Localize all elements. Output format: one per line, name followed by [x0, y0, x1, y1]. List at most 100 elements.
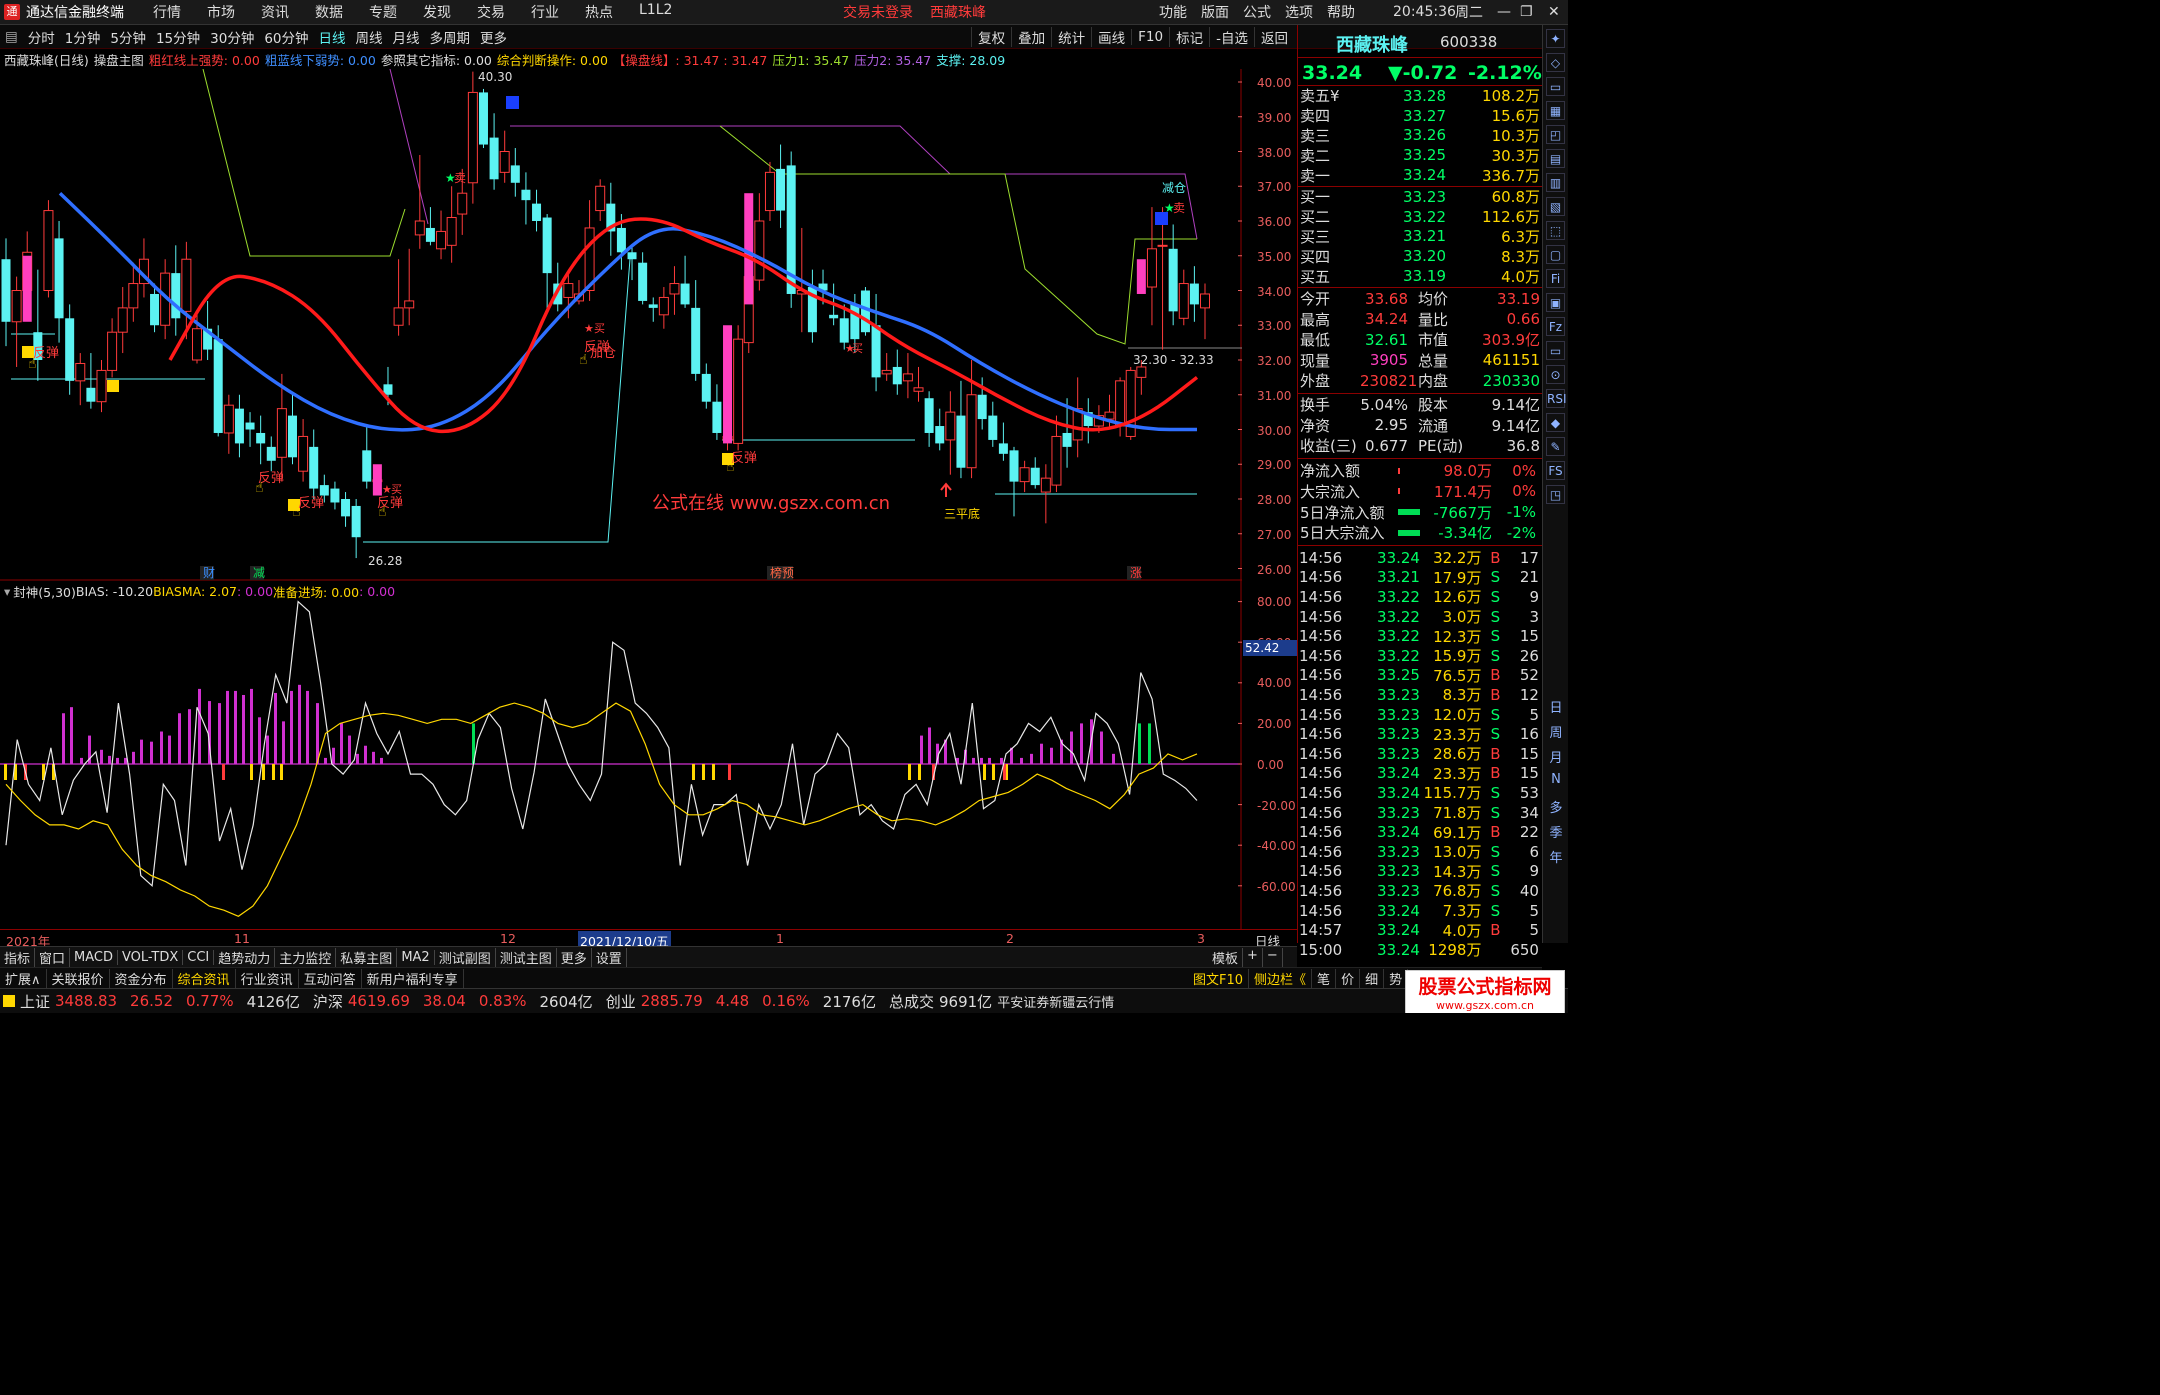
tab-control-button[interactable]: + — [1243, 947, 1263, 967]
side-tool-icon[interactable]: ▣ — [1546, 293, 1565, 312]
bid-row[interactable]: 买四 33.20 8.3万 — [1300, 246, 1566, 266]
period-tab[interactable]: 5分钟 — [105, 27, 151, 47]
menu-item[interactable]: 资讯 — [248, 2, 302, 22]
indicator-tab[interactable]: 主力监控 — [275, 947, 337, 967]
ask-row[interactable]: 卖一 33.24 336.7万 — [1300, 165, 1566, 185]
bid-row[interactable]: 买五 33.19 4.0万 — [1300, 266, 1566, 286]
info-tab[interactable]: 综合资讯 — [173, 968, 236, 988]
side-tool-icon[interactable]: ◰ — [1546, 125, 1565, 144]
chart-stock-label[interactable]: 西藏珠峰(日线) — [4, 50, 89, 69]
sub-name[interactable]: 封神(5,30) — [13, 582, 76, 601]
side-tool-icon[interactable]: RSI — [1546, 389, 1567, 408]
login-status[interactable]: 交易未登录 — [843, 2, 913, 22]
side-tool-icon[interactable]: Fi — [1546, 269, 1565, 288]
info-tab-control[interactable]: 细 — [1360, 968, 1385, 988]
period-tab[interactable]: 日线 — [314, 27, 351, 47]
menu-item[interactable]: 行业 — [518, 2, 572, 22]
side-tool-icon[interactable]: ▭ — [1546, 341, 1565, 360]
side-tool-icon[interactable]: ◆ — [1546, 413, 1565, 432]
side-period-7[interactable]: 年 — [1543, 847, 1568, 866]
indicator-tab[interactable]: 窗口 — [35, 947, 71, 967]
chart-tool-button[interactable]: 复权 — [971, 27, 1011, 47]
menu-item[interactable]: 帮助 — [1320, 2, 1362, 22]
chart-tool-button[interactable]: F10 — [1131, 29, 1169, 45]
kline-chart[interactable]: 40.3026.2832.30 - 32.33反弹反弹反弹 反弹反弹反弹加仓减仓三… — [0, 69, 1242, 929]
indicator-tab[interactable]: 测试副图 — [435, 947, 496, 967]
side-tool-icon[interactable]: ▭ — [1546, 77, 1565, 96]
indicator-tab[interactable]: MACD — [70, 949, 118, 965]
formula-name[interactable]: 操盘主图 — [94, 50, 144, 69]
indicator-tab[interactable]: 设置 — [592, 947, 627, 967]
side-tool-icon[interactable]: ✦ — [1546, 29, 1565, 48]
period-tab[interactable]: 1分钟 — [60, 27, 106, 47]
menu-item[interactable]: 功能 — [1152, 2, 1194, 22]
tab-control-button[interactable]: 模板 — [1208, 947, 1244, 967]
side-tool-icon[interactable]: ⬚ — [1546, 221, 1565, 240]
period-tab[interactable]: 周线 — [351, 27, 388, 47]
info-tab[interactable]: 关联报价 — [47, 968, 110, 988]
menu-item[interactable]: 选项 — [1278, 2, 1320, 22]
period-tab[interactable]: 30分钟 — [205, 27, 259, 47]
side-tool-icon[interactable]: Fz — [1546, 317, 1565, 336]
menu-item[interactable]: 热点 — [572, 2, 626, 22]
chart-tool-button[interactable]: 标记 — [1169, 27, 1209, 47]
cy-label[interactable]: 创业 — [606, 991, 636, 1012]
period-tab[interactable]: 60分钟 — [259, 27, 313, 47]
info-tab-control[interactable]: 图文F10 — [1188, 968, 1250, 988]
side-period-1[interactable]: 日 — [1543, 697, 1568, 716]
chart-tool-button[interactable]: 返回 — [1254, 27, 1294, 47]
side-tool-icon[interactable]: ▤ — [1546, 149, 1565, 168]
indicator-tab[interactable]: 测试主图 — [496, 947, 557, 967]
menu-item[interactable]: 数据 — [302, 2, 356, 22]
side-period-4[interactable]: N — [1543, 772, 1568, 787]
indicator-tab[interactable]: VOL-TDX — [118, 949, 184, 965]
period-tab[interactable]: 多周期 — [425, 27, 476, 47]
info-tab-control[interactable]: 侧边栏《 — [1249, 968, 1313, 988]
menu-item[interactable]: 公式 — [1236, 2, 1278, 22]
chart-tool-button[interactable]: -自选 — [1209, 27, 1254, 47]
indicator-tab[interactable]: 更多 — [557, 947, 592, 967]
ask-row[interactable]: 卖三 33.26 10.3万 — [1300, 126, 1566, 146]
chart-tool-button[interactable]: 统计 — [1051, 27, 1091, 47]
side-period-3[interactable]: 月 — [1543, 747, 1568, 766]
menu-item[interactable]: 专题 — [356, 2, 410, 22]
side-tool-icon[interactable]: ▥ — [1546, 173, 1565, 192]
side-tool-icon[interactable]: ✎ — [1546, 437, 1565, 456]
menu-item[interactable]: 市场 — [194, 2, 248, 22]
info-tab[interactable]: 扩展∧ — [0, 968, 47, 988]
side-tool-icon[interactable]: ▦ — [1546, 101, 1565, 120]
menu-item[interactable]: 行情 — [140, 2, 194, 22]
info-tab[interactable]: 资金分布 — [110, 968, 173, 988]
chart-tool-button[interactable]: 画线 — [1091, 27, 1131, 47]
close-icon[interactable]: ✕ — [1548, 4, 1560, 20]
bid-row[interactable]: 买二 33.22 112.6万 — [1300, 207, 1566, 227]
info-tab[interactable]: 行业资讯 — [236, 968, 299, 988]
indicator-tab[interactable]: MA2 — [397, 949, 435, 965]
side-tool-icon[interactable]: ◳ — [1546, 485, 1565, 504]
indicator-tab[interactable]: 指标 — [0, 947, 36, 967]
info-tab[interactable]: 新用户福利专享 — [362, 968, 464, 988]
minimize-icon[interactable]: — — [1497, 4, 1511, 20]
layout-icon[interactable]: ▤ — [0, 29, 23, 45]
sz-label[interactable]: 沪深 — [313, 991, 343, 1012]
bid-row[interactable]: 买三 33.21 6.3万 — [1300, 227, 1566, 247]
menu-item[interactable]: 版面 — [1194, 2, 1236, 22]
ask-row[interactable]: 卖五¥ 33.28 108.2万 — [1300, 86, 1566, 106]
side-period-6[interactable]: 季 — [1543, 822, 1568, 841]
info-tab[interactable]: 互动问答 — [299, 968, 362, 988]
ask-row[interactable]: 卖四 33.27 15.6万 — [1300, 106, 1566, 126]
side-tool-icon[interactable]: ▢ — [1546, 245, 1565, 264]
side-period-5[interactable]: 多 — [1543, 797, 1568, 816]
period-tab[interactable]: 更多 — [475, 27, 512, 47]
side-tool-icon[interactable]: ⊙ — [1546, 365, 1565, 384]
info-tab-control[interactable]: 价 — [1336, 968, 1361, 988]
side-period-2[interactable]: 周 — [1543, 722, 1568, 741]
indicator-tab[interactable]: 私募主图 — [336, 947, 398, 967]
ask-row[interactable]: 卖二 33.25 30.3万 — [1300, 145, 1566, 165]
sh-label[interactable]: 上证 — [20, 991, 50, 1012]
collapse-icon[interactable]: ▾ — [4, 584, 10, 599]
tab-control-button[interactable]: − — [1263, 947, 1283, 967]
period-tab[interactable]: 月线 — [388, 27, 425, 47]
menu-item[interactable]: L1L2 — [626, 2, 685, 22]
side-tool-icon[interactable]: ▧ — [1546, 197, 1565, 216]
